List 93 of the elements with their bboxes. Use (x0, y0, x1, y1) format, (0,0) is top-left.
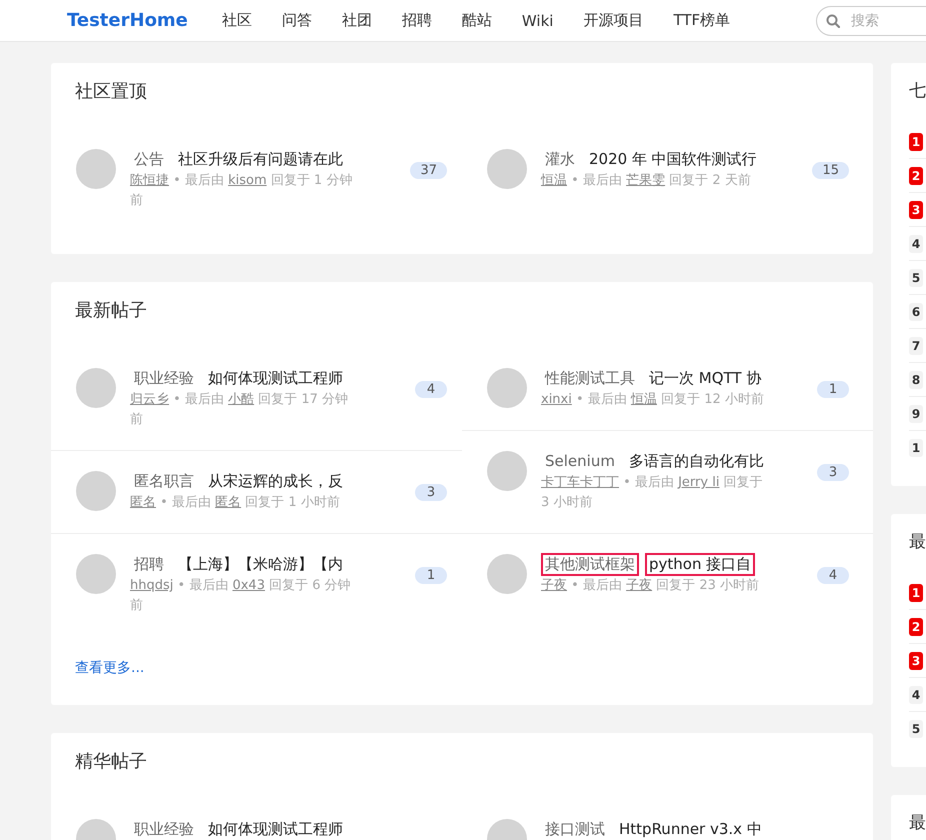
rank-badge: 9 (909, 404, 923, 422)
nav-link[interactable]: 社区 (222, 11, 252, 30)
reply-count: 15 (812, 162, 849, 179)
rank-badge: 5 (909, 720, 923, 738)
topic-title-link[interactable]: 如何体现测试工程师 (204, 366, 347, 390)
rank-badge: 2 (909, 166, 923, 184)
card-title: 最新帖子 (74, 299, 148, 323)
rank-badge: 4 (909, 234, 923, 252)
node-link[interactable]: 职业经验 (130, 366, 198, 390)
user-link[interactable]: 匿名 (215, 495, 242, 510)
reply-count: 4 (817, 567, 849, 584)
avatar-placeholder[interactable] (487, 451, 527, 491)
nav-link[interactable]: TTF榜单 (673, 11, 730, 30)
avatar-placeholder[interactable] (76, 149, 116, 189)
card-title: 最 (909, 812, 926, 835)
reply-count: 1 (415, 567, 447, 584)
reply-count: 4 (415, 381, 447, 398)
site-logo[interactable]: TesterHome (67, 10, 188, 31)
node-link[interactable]: 性能测试工具 (541, 366, 639, 390)
node-link[interactable]: 匿名职言 (130, 470, 198, 492)
rank-badge: 1 (909, 584, 923, 602)
user-link[interactable]: 归云乡 (130, 392, 169, 407)
search-icon (826, 14, 840, 28)
nav-link[interactable]: 社团 (342, 11, 372, 30)
reply-count: 3 (817, 464, 849, 481)
card-title: 精华帖子 (74, 750, 148, 774)
post-meta: 归云乡 • 最后由 小酷 回复于 17 分钟前 (130, 391, 350, 429)
node-link[interactable]: 招聘 (130, 552, 168, 576)
nav-link[interactable]: 问答 (282, 11, 312, 30)
user-link[interactable]: 小酷 (228, 392, 254, 407)
post-meta: 陈恒捷 • 最后由 kisom 回复于 1 分钟前 (130, 172, 354, 210)
topic-title-link[interactable]: 社区升级后有问题请在此 (174, 148, 347, 170)
topic-title-link[interactable]: 记一次 MQTT 协 (645, 366, 766, 390)
node-link[interactable]: 接口测试 (541, 818, 609, 840)
rank-badge: 7 (909, 336, 923, 354)
topic-title-link[interactable]: 【上海】【米哈游】【内 (174, 552, 347, 576)
topic-title-link[interactable]: python 接口自 (645, 552, 756, 576)
nav-link[interactable]: 开源项目 (583, 11, 644, 30)
user-link[interactable]: 陈恒捷 (130, 173, 169, 188)
rank-badge: 6 (909, 302, 923, 320)
reply-count: 3 (415, 484, 447, 501)
rank-badge: 3 (909, 200, 923, 218)
user-link[interactable]: 0x43 (232, 578, 265, 593)
rank-badge: 4 (909, 686, 923, 704)
avatar-placeholder[interactable] (76, 471, 116, 511)
post-meta: 子夜 • 最后由 子夜 回复于 23 小时前 (541, 577, 760, 595)
node-link[interactable]: 灌水 (541, 148, 579, 170)
rank-badge: 2 (909, 618, 923, 636)
node-link[interactable]: Selenium (541, 450, 619, 472)
reply-count: 37 (410, 162, 447, 179)
rank-badge: 1 (909, 132, 923, 150)
avatar-placeholder[interactable] (487, 554, 527, 594)
avatar-placeholder[interactable] (76, 368, 116, 408)
rank-badge: 5 (909, 268, 923, 286)
search-field[interactable]: 搜索 (816, 6, 926, 36)
node-link[interactable]: 职业经验 (130, 818, 198, 840)
user-link[interactable]: 恒温 (541, 173, 567, 188)
user-link[interactable]: 匿名 (130, 495, 156, 510)
nav-link[interactable]: 酷站 (462, 11, 492, 30)
more-link[interactable]: 查看更多... (51, 636, 168, 705)
post-meta: hhqdsj • 最后由 0x43 回复于 6 分钟前 (130, 577, 352, 615)
card-title: 七 (909, 80, 926, 103)
topic-title-link[interactable]: 从宋运辉的成长，反 (204, 470, 347, 492)
topic-title-link[interactable]: 如何体现测试工程师 (204, 818, 347, 840)
topic-title-link[interactable]: HttpRunner v3.x 中 (615, 818, 766, 840)
nav-link[interactable]: Wiki (522, 12, 554, 30)
user-link[interactable]: xinxi (541, 392, 572, 407)
card-title: 最 (909, 531, 926, 554)
user-link[interactable]: 子夜 (626, 578, 652, 593)
rank-badge: 3 (909, 652, 923, 670)
topic-title-link[interactable]: 多语言的自动化有比 (624, 450, 768, 472)
user-link[interactable]: kisom (228, 173, 267, 188)
user-link[interactable]: 恒温 (630, 392, 657, 407)
avatar-placeholder[interactable] (487, 149, 527, 189)
avatar-placeholder[interactable] (487, 368, 527, 408)
node-link[interactable]: 其他测试框架 (541, 552, 639, 576)
post-meta: 匿名 • 最后由 匿名 回复于 1 小时前 (130, 494, 341, 512)
node-link[interactable]: 公告 (130, 148, 168, 170)
topic-title-link[interactable]: 2020 年 中国软件测试行 (585, 148, 761, 170)
post-meta: 卡丁车卡丁丁 • 最后由 Jerry li 回复于 3 小时前 (541, 474, 764, 512)
user-link[interactable]: 卡丁车卡丁丁 (541, 475, 619, 490)
post-meta: xinxi • 最后由 恒温 回复于 12 小时前 (541, 391, 765, 409)
user-link[interactable]: Jerry li (678, 475, 720, 490)
card-title: 社区置顶 (74, 80, 148, 104)
user-link[interactable]: hhqdsj (130, 578, 174, 593)
nav-link[interactable]: 招聘 (402, 11, 432, 30)
rank-badge: 1 (909, 438, 923, 456)
rank-badge: 8 (909, 370, 923, 388)
user-link[interactable]: 芒果雯 (626, 173, 666, 188)
post-meta: 恒温 • 最后由 芒果雯 回复于 2 天前 (541, 172, 752, 190)
avatar-placeholder[interactable] (76, 554, 116, 594)
user-link[interactable]: 子夜 (541, 578, 567, 593)
reply-count: 1 (817, 381, 849, 398)
